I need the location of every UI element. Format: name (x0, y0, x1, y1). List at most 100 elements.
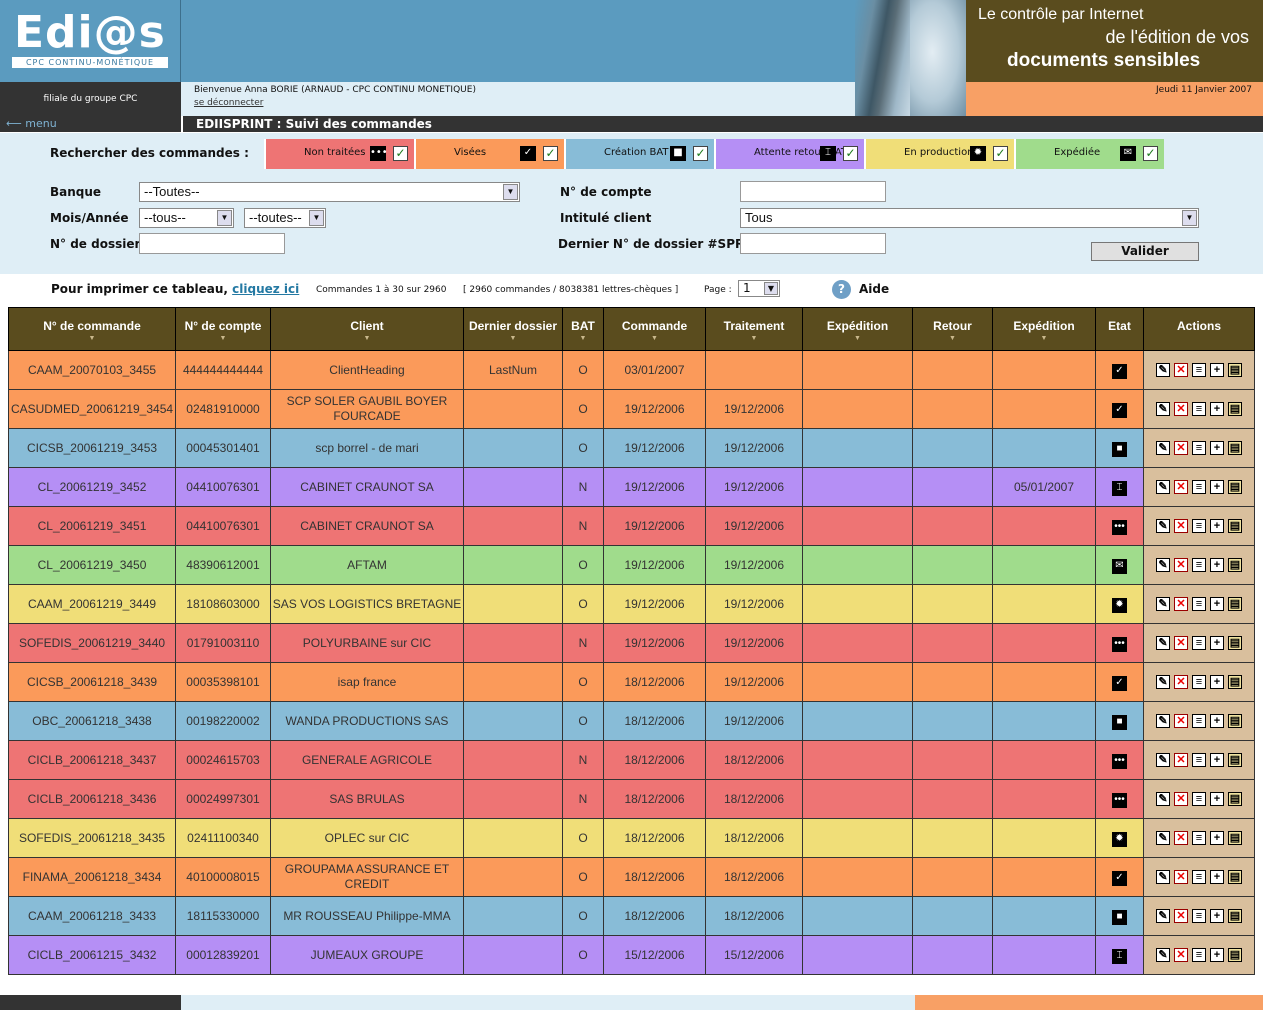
document-icon[interactable]: ≡ (1192, 870, 1206, 885)
edit-icon[interactable]: ✎ (1156, 480, 1170, 495)
print-icon[interactable]: ▤ (1228, 792, 1242, 807)
print-icon[interactable]: ▤ (1228, 558, 1242, 573)
tab-checkbox[interactable]: ✓ (693, 146, 708, 161)
add-icon[interactable]: + (1210, 948, 1224, 963)
column-header[interactable]: Actions (1143, 307, 1255, 351)
document-icon[interactable]: ≡ (1192, 714, 1206, 729)
document-icon[interactable]: ≡ (1192, 636, 1206, 651)
search-tab[interactable]: Création BAT ■ ✓ (564, 139, 714, 169)
add-icon[interactable]: + (1210, 597, 1224, 612)
table-row[interactable]: CICLB_20061218_3437 00024615703 GENERALE A… (8, 740, 1255, 780)
print-icon[interactable]: ▤ (1228, 636, 1242, 651)
table-row[interactable]: CICLB_20061218_3436 00024997301 SAS BRULAS… (8, 779, 1255, 819)
edit-icon[interactable]: ✎ (1156, 636, 1170, 651)
add-icon[interactable]: + (1210, 909, 1224, 924)
delete-icon[interactable]: ✕ (1174, 870, 1188, 885)
print-icon[interactable]: ▤ (1228, 597, 1242, 612)
tab-checkbox[interactable]: ✓ (993, 146, 1008, 161)
table-row[interactable]: CAAM_20061218_3433 18115330000 MR ROUSSEAU… (8, 896, 1255, 936)
print-link[interactable]: cliquez ici (232, 282, 299, 296)
delete-icon[interactable]: ✕ (1174, 831, 1188, 846)
print-icon[interactable]: ▤ (1228, 948, 1242, 963)
print-icon[interactable]: ▤ (1228, 675, 1242, 690)
search-tab[interactable]: Attente retour BAT ⌶ ✓ (714, 139, 864, 169)
logout-link[interactable]: se déconnecter (194, 97, 903, 110)
document-icon[interactable]: ≡ (1192, 402, 1206, 417)
compte-input[interactable] (740, 181, 886, 202)
delete-icon[interactable]: ✕ (1174, 402, 1188, 417)
table-row[interactable]: CASUDMED_20061219_3454 02481910000 SCP SOL… (8, 389, 1255, 429)
print-icon[interactable]: ▤ (1228, 402, 1242, 417)
delete-icon[interactable]: ✕ (1174, 714, 1188, 729)
edit-icon[interactable]: ✎ (1156, 714, 1170, 729)
document-icon[interactable]: ≡ (1192, 363, 1206, 378)
add-icon[interactable]: + (1210, 519, 1224, 534)
print-icon[interactable]: ▤ (1228, 363, 1242, 378)
add-icon[interactable]: + (1210, 753, 1224, 768)
help-icon[interactable]: ? (832, 280, 851, 299)
add-icon[interactable]: + (1210, 636, 1224, 651)
document-icon[interactable]: ≡ (1192, 480, 1206, 495)
delete-icon[interactable]: ✕ (1174, 792, 1188, 807)
print-icon[interactable]: ▤ (1228, 870, 1242, 885)
delete-icon[interactable]: ✕ (1174, 363, 1188, 378)
edit-icon[interactable]: ✎ (1156, 870, 1170, 885)
column-header[interactable]: Retour ▼ (912, 307, 993, 351)
add-icon[interactable]: + (1210, 441, 1224, 456)
table-row[interactable]: CICSB_20061219_3453 00045301401 scp borrel… (8, 428, 1255, 468)
delete-icon[interactable]: ✕ (1174, 753, 1188, 768)
add-icon[interactable]: + (1210, 480, 1224, 495)
document-icon[interactable]: ≡ (1192, 519, 1206, 534)
delete-icon[interactable]: ✕ (1174, 480, 1188, 495)
column-header[interactable]: Expédition ▼ (992, 307, 1096, 351)
table-row[interactable]: CAAM_20070103_3455 444444444444 ClientHead… (8, 350, 1255, 390)
delete-icon[interactable]: ✕ (1174, 636, 1188, 651)
document-icon[interactable]: ≡ (1192, 831, 1206, 846)
edit-icon[interactable]: ✎ (1156, 909, 1170, 924)
print-icon[interactable]: ▤ (1228, 519, 1242, 534)
menu-link[interactable]: ⟵ menu (0, 116, 181, 132)
edit-icon[interactable]: ✎ (1156, 597, 1170, 612)
edit-icon[interactable]: ✎ (1156, 441, 1170, 456)
delete-icon[interactable]: ✕ (1174, 948, 1188, 963)
search-tab[interactable]: En production ✹ ✓ (864, 139, 1014, 169)
add-icon[interactable]: + (1210, 792, 1224, 807)
add-icon[interactable]: + (1210, 402, 1224, 417)
tab-checkbox[interactable]: ✓ (543, 146, 558, 161)
column-header[interactable]: BAT ▼ (562, 307, 604, 351)
edit-icon[interactable]: ✎ (1156, 753, 1170, 768)
print-icon[interactable]: ▤ (1228, 831, 1242, 846)
print-icon[interactable]: ▤ (1228, 753, 1242, 768)
document-icon[interactable]: ≡ (1192, 558, 1206, 573)
column-header[interactable]: N° de commande ▼ (8, 307, 176, 351)
page-select[interactable]: 1 ▼ (738, 280, 780, 297)
print-icon[interactable]: ▤ (1228, 480, 1242, 495)
edit-icon[interactable]: ✎ (1156, 519, 1170, 534)
delete-icon[interactable]: ✕ (1174, 909, 1188, 924)
document-icon[interactable]: ≡ (1192, 753, 1206, 768)
search-tab[interactable]: Visées ✓ ✓ (414, 139, 564, 169)
table-row[interactable]: CL_20061219_3451 04410076301 CABINET CRAUN… (8, 506, 1255, 546)
edit-icon[interactable]: ✎ (1156, 675, 1170, 690)
add-icon[interactable]: + (1210, 831, 1224, 846)
edit-icon[interactable]: ✎ (1156, 363, 1170, 378)
table-row[interactable]: CAAM_20061219_3449 18108603000 SAS VOS LOG… (8, 584, 1255, 624)
tab-checkbox[interactable]: ✓ (393, 146, 408, 161)
document-icon[interactable]: ≡ (1192, 948, 1206, 963)
print-icon[interactable]: ▤ (1228, 714, 1242, 729)
table-row[interactable]: CL_20061219_3450 48390612001 AFTAM O 19/12/2… (8, 545, 1255, 585)
add-icon[interactable]: + (1210, 558, 1224, 573)
document-icon[interactable]: ≡ (1192, 441, 1206, 456)
print-icon[interactable]: ▤ (1228, 909, 1242, 924)
edit-icon[interactable]: ✎ (1156, 948, 1170, 963)
table-row[interactable]: CL_20061219_3452 04410076301 CABINET CRAUN… (8, 467, 1255, 507)
column-header[interactable]: Dernier dossier ▼ (463, 307, 563, 351)
table-row[interactable]: SOFEDIS_20061218_3435 02411100340 OPLEC su… (8, 818, 1255, 858)
mois-select[interactable]: --tous-- ▼ (139, 208, 234, 228)
search-tab[interactable]: Non traitées ••• ✓ (264, 139, 414, 169)
table-row[interactable]: FINAMA_20061218_3434 40100008015 GROUPAMA … (8, 857, 1255, 897)
search-tab[interactable]: Expédiée ✉ ✓ (1014, 139, 1164, 169)
column-header[interactable]: N° de compte ▼ (175, 307, 271, 351)
valider-button[interactable]: Valider (1091, 242, 1199, 261)
document-icon[interactable]: ≡ (1192, 909, 1206, 924)
